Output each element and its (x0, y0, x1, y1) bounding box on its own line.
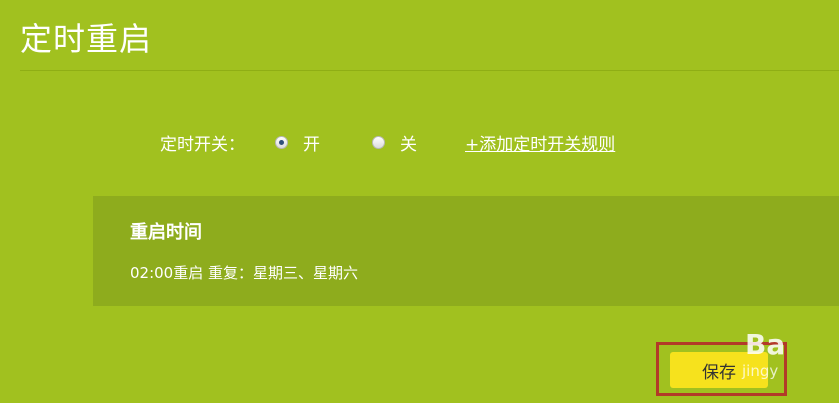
radio-option-off[interactable]: 关 (372, 130, 417, 155)
watermark-text: jingy (742, 362, 779, 380)
header-divider (20, 70, 839, 71)
radio-off-icon[interactable] (372, 135, 385, 149)
radio-option-on[interactable]: 开 (275, 130, 320, 155)
radio-off-label: 关 (400, 134, 417, 155)
radio-on-selected-icon[interactable] (275, 135, 288, 149)
page: 定时重启 定时开关： 开 关 +添加定时开关规则 重启时间 02:00重启 重复… (0, 0, 839, 403)
rule-card[interactable]: 重启时间 02:00重启 重复：星期三、星期六 (93, 196, 839, 306)
rule-title: 重启时间 (130, 222, 202, 243)
watermark-logo: Ba (745, 328, 786, 361)
schedule-switch-label: 定时开关： (160, 134, 245, 155)
radio-on-label: 开 (303, 134, 320, 155)
add-rule-link[interactable]: +添加定时开关规则 (465, 130, 615, 155)
rule-detail: 02:00重启 重复：星期三、星期六 (130, 264, 358, 282)
schedule-switch-row: 定时开关： 开 关 +添加定时开关规则 (160, 128, 615, 156)
page-title: 定时重启 (20, 20, 153, 58)
